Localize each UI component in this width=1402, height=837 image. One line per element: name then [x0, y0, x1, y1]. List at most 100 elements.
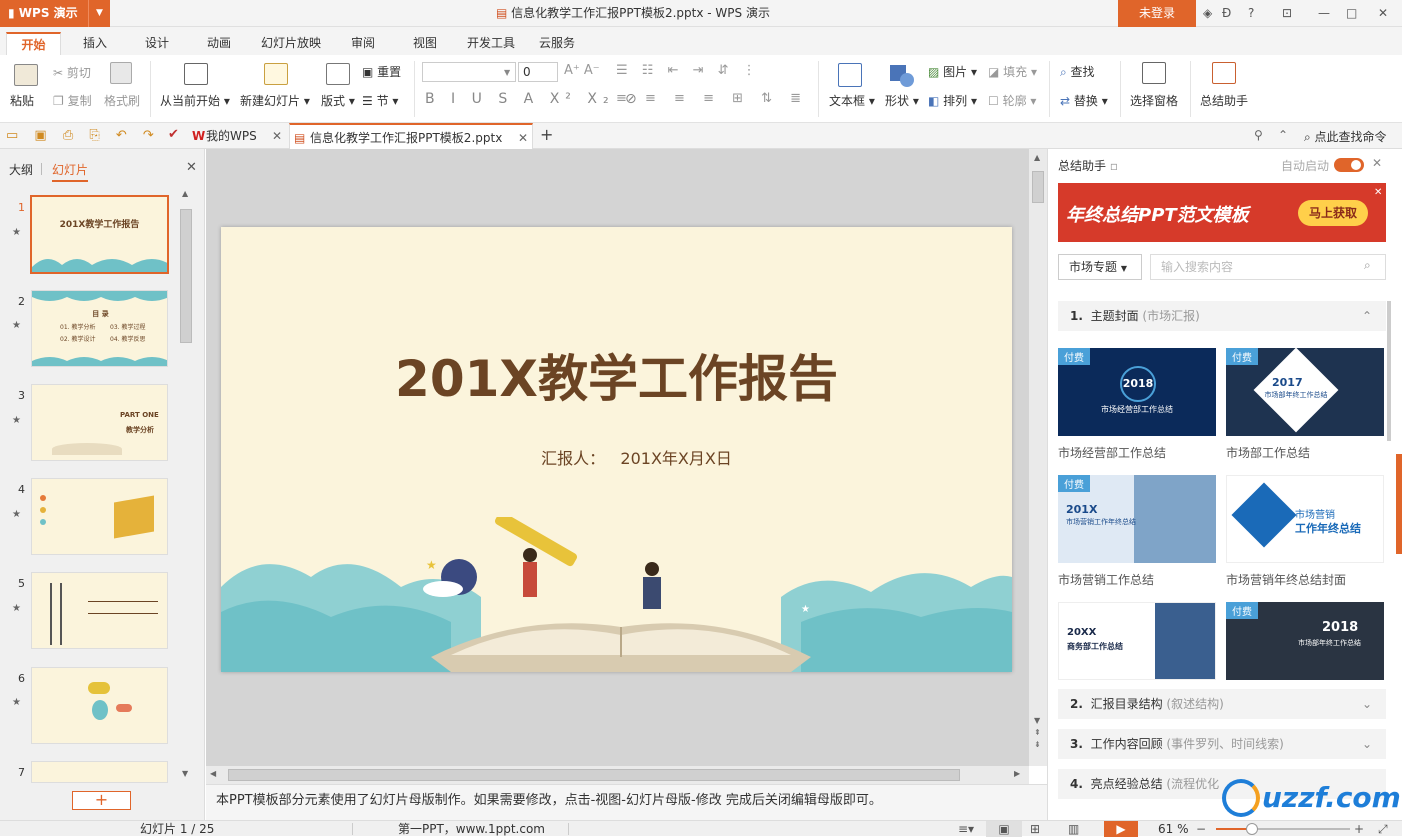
slide-title[interactable]: 201X教学工作报告 [221, 339, 1012, 411]
fit-window-icon[interactable]: ⤢ [1378, 821, 1388, 837]
section-button[interactable]: ☰ 节 ▾ [362, 92, 398, 109]
login-button[interactable]: 未登录 [1118, 0, 1196, 27]
template-card[interactable]: 付费 2017 市场部年终工作总结 [1226, 348, 1384, 436]
minimize-icon[interactable]: — [1318, 0, 1330, 27]
notes-toggle-icon[interactable]: ≡▾ [958, 821, 974, 837]
canvas-horizontal-scrollbar[interactable]: ◀ ▶ [206, 766, 1029, 784]
chevron-up-icon[interactable]: ⌃ [1362, 301, 1372, 331]
tab-view[interactable]: 视图 [402, 32, 448, 55]
auto-start-toggle[interactable] [1334, 158, 1364, 172]
text-format-buttons[interactable]: B I U S A X² X₂ ⊘ [425, 91, 643, 107]
help-icon[interactable]: ? [1248, 0, 1254, 27]
close-banner-icon[interactable]: ✕ [1374, 187, 1382, 198]
reading-view-icon[interactable]: ▥ [1068, 821, 1079, 837]
chevron-down-icon[interactable]: ▼ [504, 68, 510, 77]
pin-icon[interactable]: ✔ [168, 127, 179, 142]
tab-design[interactable]: 设计 [134, 32, 180, 55]
template-card[interactable]: 付费 2018 市场部年终工作总结 [1226, 602, 1384, 680]
fill-button[interactable]: ◪ 填充 ▾ [988, 63, 1037, 80]
close-tab-icon[interactable]: ✕ [518, 125, 528, 151]
picture-button[interactable]: ▨ 图片 ▾ [928, 63, 977, 80]
font-name-select[interactable] [422, 62, 516, 82]
section-work-review[interactable]: 3. 工作内容回顾 (事件罗列、时间线索) ⌄ [1058, 729, 1386, 759]
banner-button[interactable]: 马上获取 [1298, 200, 1368, 226]
zoom-slider-handle[interactable] [1246, 823, 1258, 835]
paste-icon[interactable] [14, 64, 38, 86]
scroll-thumb[interactable] [228, 769, 960, 781]
scroll-thumb[interactable] [1032, 171, 1044, 203]
shape-button[interactable]: 形状 ▾ [885, 92, 919, 109]
play-slideshow-icon[interactable]: ▶ [1104, 821, 1138, 837]
font-size-select[interactable]: 0 [518, 62, 558, 82]
template-search-input[interactable]: 输入搜索内容 [1150, 254, 1386, 280]
slide-thumbnail-3[interactable]: PART ONE 教学分析 [31, 384, 168, 461]
panel-side-handle[interactable] [1396, 454, 1402, 554]
from-current-button[interactable]: 从当前开始 ▾ [160, 92, 230, 109]
slides-scrollbar[interactable]: ▲ ▼ [178, 187, 194, 781]
quick-access-icons[interactable]: ▭ ▣ ⎙ ⎘ ↶ ↷ [6, 128, 160, 143]
pin-ribbon-icon[interactable]: ⚲ [1254, 128, 1263, 142]
maximize-icon[interactable]: □ [1346, 0, 1357, 27]
replace-button[interactable]: ⇄ 替换 ▾ [1060, 92, 1108, 109]
panel-scrollbar[interactable] [1387, 301, 1391, 441]
find-button[interactable]: ⌕ 查找 [1060, 63, 1095, 80]
tab-developer[interactable]: 开发工具 [460, 32, 522, 55]
slide-thumbnail-6[interactable] [31, 667, 168, 744]
slide-canvas[interactable]: 201X教学工作报告 汇报人： 201X年X月X日 ★ ★ [221, 227, 1012, 672]
wps-menu-button[interactable]: ▮ WPS 演示 ▼ [0, 0, 110, 27]
slide-thumbnail-2[interactable]: 目 录 01. 教学分析 03. 教学过程 02. 教学设计 04. 教学反思 [31, 290, 168, 367]
reset-button[interactable]: ▣ 重置 [362, 63, 401, 80]
command-search[interactable]: ⌕ 点此查找命令 [1304, 128, 1387, 145]
copy-button[interactable]: ❐ 复制 [53, 92, 92, 109]
close-tab-icon[interactable]: ✕ [272, 123, 282, 149]
tab-insert[interactable]: 插入 [72, 32, 118, 55]
chevron-down-icon[interactable]: ⌄ [1362, 729, 1372, 759]
new-slide-button[interactable]: 新建幻灯片 ▾ [240, 92, 310, 109]
tab-slides[interactable]: 幻灯片 [52, 161, 89, 182]
font-grow-icon[interactable]: A⁺ A⁻ [564, 63, 600, 78]
paste-button[interactable]: 粘贴 [10, 92, 34, 109]
tab-slideshow[interactable]: 幻灯片放映 [256, 32, 326, 55]
new-tab-icon[interactable]: + [540, 125, 553, 144]
format-painter-button[interactable]: 格式刷 [104, 92, 140, 109]
collapse-ribbon-icon[interactable]: ⌃ [1278, 128, 1288, 142]
chevron-down-icon[interactable]: ▼ [88, 0, 110, 27]
canvas-vertical-scrollbar[interactable]: ▲ ▼ ⇞ ⇟ [1029, 149, 1047, 766]
outline-button[interactable]: ☐ 轮廓 ▾ [988, 92, 1036, 109]
tab-review[interactable]: 审阅 [340, 32, 386, 55]
skin-icon[interactable]: ◈ [1203, 0, 1212, 27]
slide-thumbnail-7[interactable] [31, 761, 168, 783]
list-buttons[interactable]: ☰ ☷ ⇤ ⇥ ⇵ ⋮ [616, 63, 761, 78]
normal-view-icon[interactable]: ▣ [986, 821, 1022, 837]
notes-pane[interactable]: 本PPT模板部分元素使用了幻灯片母版制作。如果需要修改，点击-视图-幻灯片母版-… [206, 784, 1047, 820]
zoom-out-icon[interactable]: − [1196, 821, 1206, 837]
cut-button[interactable]: ✂ 剪切 [53, 64, 91, 81]
slide-thumbnail-1[interactable]: 201X教学工作报告 [30, 195, 169, 274]
chevron-down-icon[interactable]: ⌄ [1362, 689, 1372, 719]
tab-animation[interactable]: 动画 [196, 32, 242, 55]
restore-layout-icon[interactable]: ⊡ [1282, 0, 1292, 27]
section-toc-structure[interactable]: 2. 汇报目录结构 (叙述结构) ⌄ [1058, 689, 1386, 719]
section-theme-cover[interactable]: 1. 主题封面 (市场汇报) ⌃ [1058, 301, 1386, 331]
template-card[interactable]: 市场营销 工作年终总结 [1226, 475, 1384, 563]
tab-outline[interactable]: 大纲 [9, 161, 33, 178]
tab-my-wps[interactable]: W 我的WPS ✕ [186, 123, 286, 149]
align-buttons[interactable]: ≡ ≡ ≡ ≡ ⊞ ⇅ ≣ [616, 91, 808, 106]
summary-assistant-button[interactable]: 总结助手 [1200, 92, 1248, 109]
template-card[interactable]: 20XX 商务部工作总结 [1058, 602, 1216, 680]
close-panel-icon[interactable]: ✕ [186, 160, 197, 175]
zoom-in-icon[interactable]: + [1354, 821, 1364, 837]
template-card[interactable]: 付费 2018 市场经营部工作总结 [1058, 348, 1216, 436]
tab-home[interactable]: 开始 [6, 32, 61, 55]
arrange-button[interactable]: ◧ 排列 ▾ [928, 92, 977, 109]
layout-button[interactable]: 版式 ▾ [321, 92, 355, 109]
template-card[interactable]: 付费 201X 市场营销工作年终总结 [1058, 475, 1216, 563]
slide-reporter-line[interactable]: 汇报人： 201X年X月X日 [221, 445, 1012, 469]
slide-thumbnail-4[interactable] [31, 478, 168, 555]
feedback-icon[interactable]: Ð [1222, 0, 1231, 27]
category-select[interactable]: 市场专题 ▼ [1058, 254, 1142, 280]
selection-pane-button[interactable]: 选择窗格 [1130, 92, 1178, 109]
add-slide-button[interactable]: + [72, 791, 131, 810]
slide-thumbnail-5[interactable] [31, 572, 168, 649]
zoom-level[interactable]: 61 % [1158, 821, 1189, 837]
